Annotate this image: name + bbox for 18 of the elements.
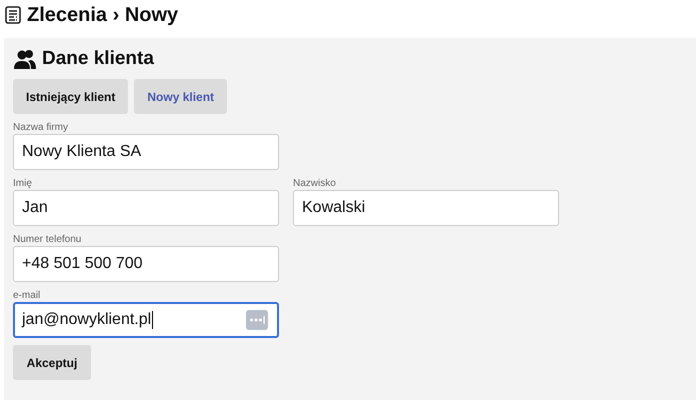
input-field[interactable]: Jan: [13, 190, 279, 226]
document-icon: [5, 6, 21, 24]
page-title: Zlecenia › Nowy: [27, 4, 178, 26]
input-field[interactable]: +48 501 500 700: [13, 246, 279, 282]
users-icon: [13, 49, 37, 69]
field-label: Nazwa firmy: [13, 121, 70, 134]
field-label: e-mail: [13, 289, 42, 302]
field-label: Numer telefonu: [13, 233, 82, 246]
client-tab[interactable]: Nowy klient: [134, 79, 228, 114]
section-title: Dane klienta: [42, 48, 154, 70]
field-label: Nazwisko: [293, 177, 337, 190]
input-field[interactable]: Kowalski: [293, 190, 559, 226]
password-manager-icon[interactable]: [246, 310, 268, 330]
input-field[interactable]: Nowy Klienta SA: [13, 134, 279, 170]
client-tab[interactable]: Istniejący klient: [13, 79, 128, 114]
accept-button[interactable]: Akceptuj: [13, 345, 91, 380]
input-field[interactable]: jan@nowyklient.pl: [13, 302, 279, 338]
field-label: Imię: [13, 177, 33, 190]
